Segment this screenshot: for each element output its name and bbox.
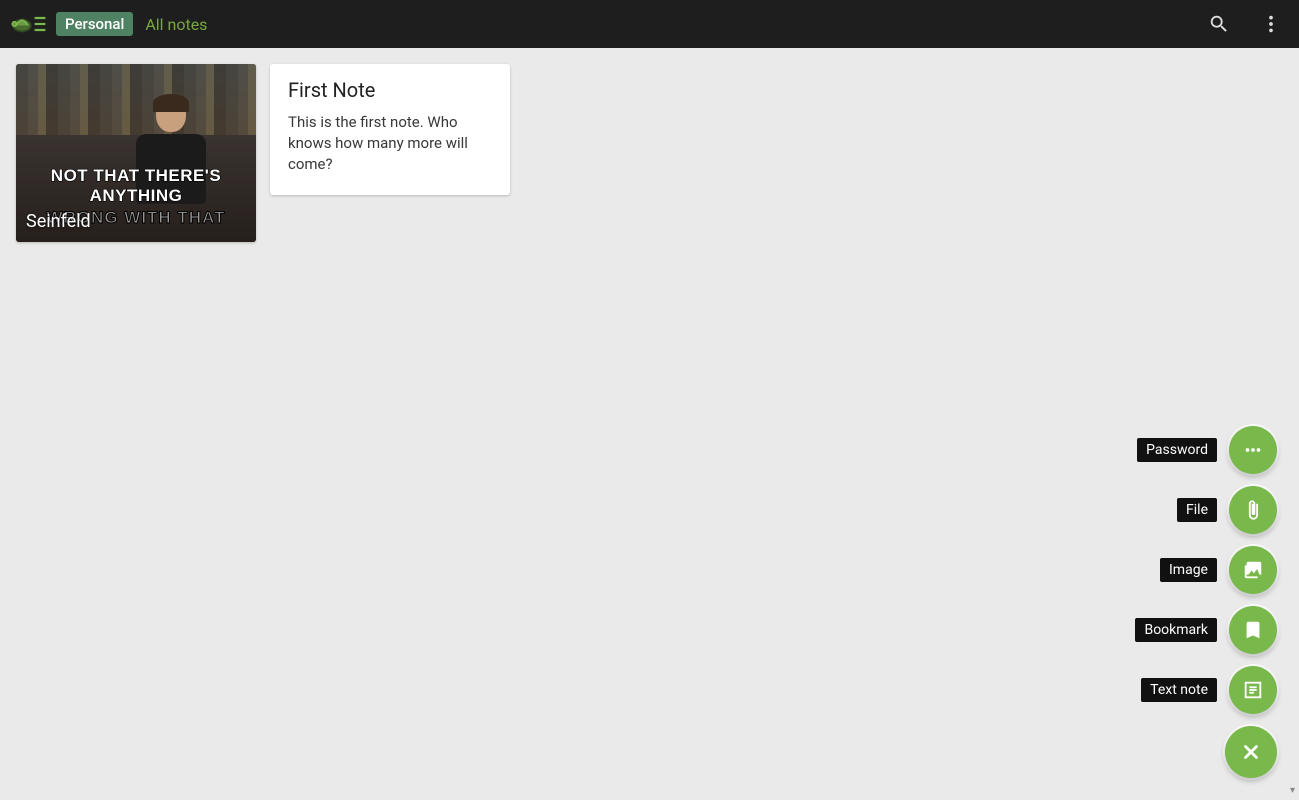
space-chip[interactable]: Personal [56,12,133,36]
dots-horizontal-icon [1242,439,1264,461]
scroll-hint-icon: ▾ [1290,785,1295,796]
notes-grid: NOT THAT THERE'S ANYTHING WRONG WITH THA… [0,48,1299,258]
fab-close-button[interactable] [1225,726,1277,778]
note-title: Seinfeld [26,211,91,232]
more-vert-icon[interactable] [1257,10,1285,38]
note-icon [1242,679,1264,701]
topbar: Personal All notes [0,0,1299,48]
fab-label-password: Password [1137,438,1217,462]
fab-bookmark-button[interactable] [1229,606,1277,654]
note-image: NOT THAT THERE'S ANYTHING WRONG WITH THA… [16,64,256,242]
fab-label-textnote: Text note [1141,678,1217,702]
image-icon [1242,559,1264,581]
fab-password-button[interactable] [1229,426,1277,474]
bookmark-icon [1242,619,1264,641]
search-icon[interactable] [1205,10,1233,38]
fab-file-button[interactable] [1229,486,1277,534]
note-card-text[interactable]: First Note This is the first note. Who k… [270,64,510,195]
close-icon [1240,741,1262,763]
note-card-image[interactable]: NOT THAT THERE'S ANYTHING WRONG WITH THA… [16,64,256,242]
fab-textnote-button[interactable] [1229,666,1277,714]
note-body: This is the first note. Who knows how ma… [288,112,492,175]
fab-label-file: File [1177,498,1217,522]
breadcrumb[interactable]: All notes [145,15,207,34]
fab-image-button[interactable] [1229,546,1277,594]
fab-label-bookmark: Bookmark [1135,618,1217,642]
note-title: First Note [288,78,492,102]
fab-stack: Password File Image Bookmark Text note [1135,426,1277,778]
paperclip-icon [1242,499,1264,521]
meme-caption-line1: NOT THAT THERE'S ANYTHING [16,166,256,206]
fab-label-image: Image [1160,558,1217,582]
app-logo-icon[interactable] [10,10,46,38]
